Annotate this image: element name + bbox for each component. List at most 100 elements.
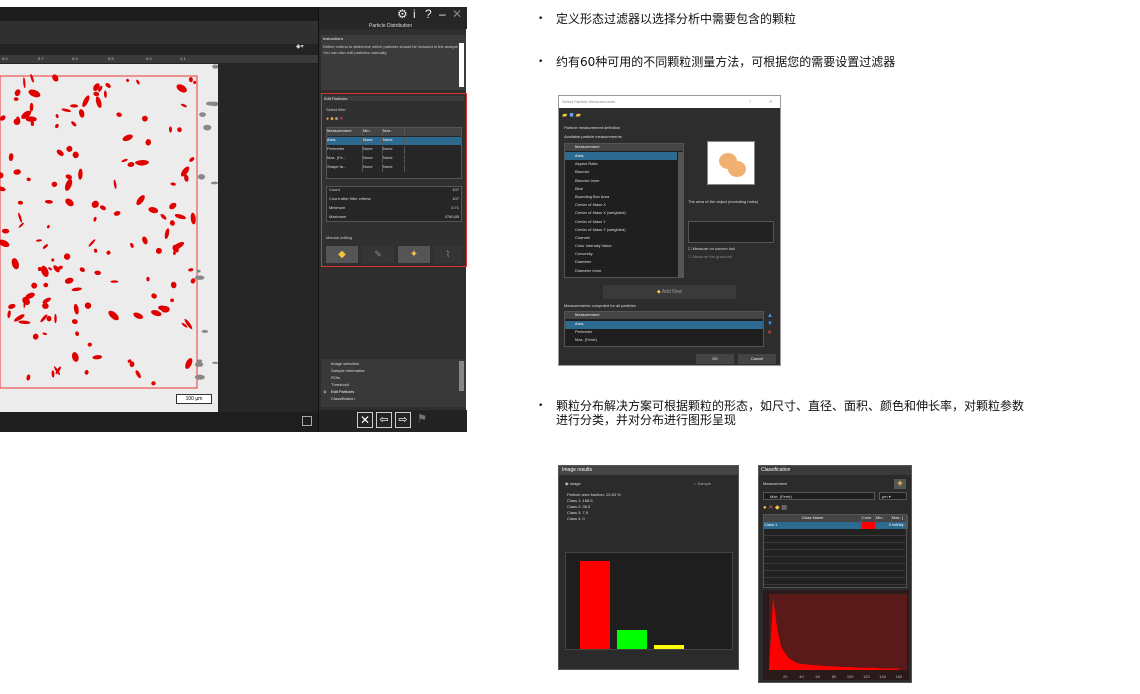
palette-icon[interactable]: ◈ (894, 479, 906, 489)
list-item[interactable]: Center of Mass Y (weighted) (565, 226, 677, 234)
add-now-button[interactable]: ◆ Add Now (603, 285, 736, 299)
max-value[interactable]: None (383, 155, 405, 163)
move-down-icon[interactable]: ▼ (767, 321, 773, 327)
view-options-icon[interactable]: ◆▾ (296, 43, 310, 51)
list-item[interactable]: Aspect Ratio (565, 160, 677, 168)
import-class-icon[interactable]: ▤ (781, 505, 787, 511)
x-tick-label: 120 (863, 674, 870, 679)
list-item[interactable]: Center of Mass Y (565, 218, 677, 226)
radio-sample[interactable]: ○ Sample (694, 481, 711, 486)
max-value[interactable]: None (383, 137, 405, 145)
list-item[interactable]: Center of Mass X (565, 201, 677, 209)
workflow-step-current[interactable]: Edit Particles (331, 389, 354, 394)
list-item[interactable]: Bounding Box Area (565, 193, 677, 201)
list-scrollbar[interactable] (678, 152, 683, 277)
remove-icon[interactable]: ✕ (767, 329, 772, 336)
table-row[interactable]: Area None None (327, 137, 461, 145)
table-row[interactable]: Perimeter None None (327, 146, 461, 154)
close-icon[interactable]: ✕ (452, 7, 462, 21)
instructions-scrollbar[interactable] (459, 43, 464, 87)
max-value[interactable]: None (383, 146, 405, 154)
particle (146, 276, 150, 282)
forward-arrow-icon[interactable]: ⇨ (395, 412, 411, 428)
max-value[interactable]: None (383, 164, 405, 172)
list-item[interactable]: Convexity (565, 250, 677, 258)
unselected-particle (206, 101, 215, 106)
measurement-select[interactable]: Max. (Feret) (763, 492, 875, 500)
list-item[interactable]: Area (565, 152, 677, 161)
computed-measurements-list[interactable]: Measurement Area Perimeter Max. (Feret) (564, 311, 764, 347)
close-icon[interactable]: ✕ (357, 412, 373, 428)
checkbox-grain[interactable]: ☐ Measure the grain/cell (688, 254, 732, 259)
help-icon[interactable]: ? (749, 99, 751, 104)
radio-image[interactable]: ◉ Image (565, 481, 581, 486)
manual-edit-draw-button[interactable]: ◆ (326, 246, 358, 263)
save-icon[interactable]: ■ (569, 112, 573, 119)
list-item[interactable]: Bisector (565, 168, 677, 176)
particle (70, 104, 79, 108)
save-as-icon[interactable]: ▰ (576, 112, 581, 119)
ok-button[interactable]: OK (696, 354, 734, 364)
info-icon[interactable]: i (413, 7, 416, 21)
workflow-step[interactable]: ROIs (331, 375, 340, 380)
finish-flag-icon[interactable]: ⚑ (414, 412, 430, 428)
close-icon[interactable]: ✕ (769, 99, 772, 104)
gear-icon[interactable]: ⚙ (397, 7, 408, 21)
particle (28, 89, 41, 98)
min-value[interactable]: None (363, 146, 383, 154)
copy-filter-icon[interactable]: ■ (335, 116, 338, 122)
cancel-button[interactable]: Cancel (738, 354, 776, 364)
manual-edit-merge-button[interactable]: ✦ (398, 246, 430, 263)
delete-filter-icon[interactable]: ✕ (339, 116, 343, 122)
table-row[interactable]: Max. (Fe... None None (327, 155, 461, 163)
table-row[interactable]: Class 1 0 Infinity (764, 522, 908, 529)
class-max[interactable]: Infinity (892, 522, 908, 529)
list-item[interactable]: Diameter (565, 258, 677, 266)
checkbox-convex-hull[interactable]: ☐ Measure on convex hull (688, 246, 735, 251)
particle (7, 310, 11, 319)
workflow-step[interactable]: Classification (331, 396, 355, 401)
particle (71, 352, 79, 362)
class-name[interactable]: Class 1 (764, 522, 862, 529)
list-item[interactable]: Blue (565, 185, 677, 193)
class-color-swatch[interactable] (862, 522, 876, 529)
min-value[interactable]: None (363, 164, 383, 172)
help-icon[interactable]: ? (425, 7, 432, 21)
particle (30, 73, 34, 83)
class-min[interactable]: 0 (876, 522, 892, 529)
edit-class-icon[interactable]: ◆ (775, 505, 780, 511)
particle (78, 109, 85, 118)
workflow-scrollbar[interactable] (459, 361, 464, 391)
open-folder-icon[interactable]: ▰ (562, 112, 567, 119)
workflow-step[interactable]: Image selection (331, 361, 359, 366)
unit-select[interactable]: µm ▾ (879, 492, 907, 500)
particle (177, 127, 182, 133)
edit-filter-icon[interactable]: ■ (330, 116, 333, 122)
list-item[interactable]: Area (565, 321, 763, 329)
workflow-step[interactable]: Threshold (331, 382, 349, 387)
add-filter-icon[interactable]: ● (326, 116, 329, 122)
comment-icon[interactable] (302, 416, 312, 426)
list-item[interactable]: Channel (565, 234, 677, 242)
microscope-image[interactable]: 100 µm (0, 64, 218, 412)
move-up-icon[interactable]: ▲ (767, 313, 773, 319)
workflow-step[interactable]: Sample information (331, 368, 365, 373)
list-item[interactable]: Center of Mass X (weighted) (565, 209, 677, 217)
back-arrow-icon[interactable]: ⇦ (376, 412, 392, 428)
list-header: Measurement (565, 144, 683, 151)
list-item[interactable]: Perimeter (565, 329, 763, 337)
list-item[interactable]: Bisector Inner (565, 177, 677, 185)
manual-edit-erase-button[interactable]: ✎ (362, 246, 394, 263)
list-item[interactable]: Max. (Feret) (565, 337, 763, 345)
table-row[interactable]: Shape fa... None None (327, 164, 461, 172)
list-item[interactable]: Color Intensity Value (565, 242, 677, 250)
available-measurements-list[interactable]: Measurement Area Aspect Ratio Bisector Bise… (564, 143, 684, 278)
min-value[interactable]: None (363, 137, 383, 145)
list-item[interactable]: Diameter Inner (565, 267, 677, 275)
delete-class-icon[interactable]: ✕ (768, 505, 773, 511)
manual-edit-split-button[interactable]: ⌇ (434, 246, 462, 263)
minimize-icon[interactable]: – (439, 7, 446, 21)
add-class-icon[interactable]: ● (763, 505, 767, 511)
unselected-particle (203, 124, 212, 131)
min-value[interactable]: None (363, 155, 383, 163)
